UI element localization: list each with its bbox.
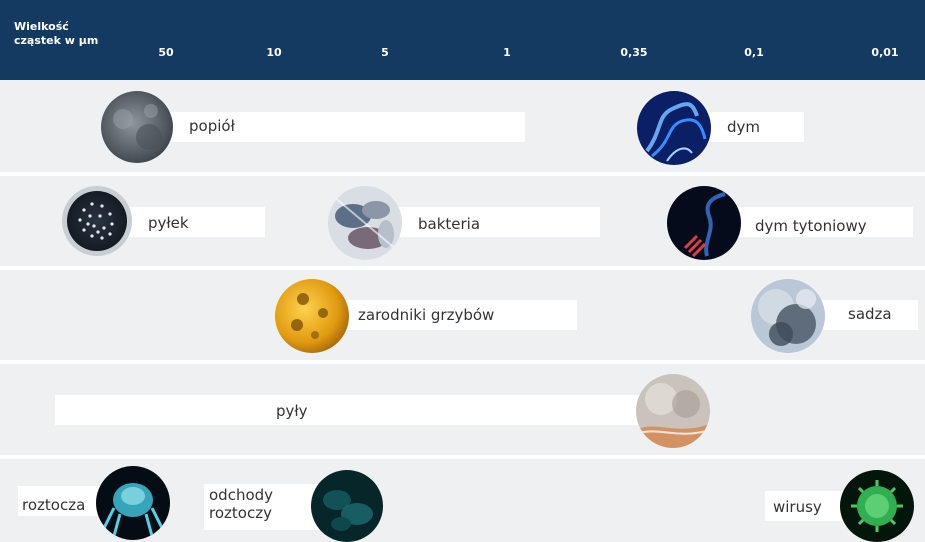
roztocza-label: roztocza bbox=[22, 496, 86, 514]
scale-tick-0-01: 0,01 bbox=[871, 46, 899, 59]
ash-image bbox=[101, 91, 173, 163]
scale-tick-5: 5 bbox=[381, 46, 389, 59]
odchody-label: odchody roztoczy bbox=[209, 486, 274, 522]
size-scale-header: Wielkość cząstek w µm 50 10 5 1 0,35 0,1… bbox=[0, 0, 925, 80]
pollen-image bbox=[62, 186, 132, 256]
pyly-range-bar bbox=[55, 395, 675, 425]
smoke-image bbox=[637, 91, 711, 165]
mite-droppings-image bbox=[311, 470, 383, 542]
pyly-label: pyły bbox=[276, 402, 308, 420]
scale-tick-0-35: 0,35 bbox=[620, 46, 648, 59]
sadza-label: sadza bbox=[848, 305, 892, 323]
scale-tick-10: 10 bbox=[266, 46, 282, 59]
dym-label: dym bbox=[727, 118, 761, 136]
zarodniki-label: zarodniki grzybów bbox=[358, 306, 495, 324]
row-divider bbox=[0, 360, 925, 364]
fungal-spores-image bbox=[275, 279, 349, 353]
dust-mite-image bbox=[96, 466, 170, 540]
tobacco-smoke-image bbox=[667, 186, 741, 260]
row-divider bbox=[0, 172, 925, 176]
particle-size-chart: Wielkość cząstek w µm 50 10 5 1 0,35 0,1… bbox=[0, 0, 925, 542]
soot-image bbox=[751, 279, 825, 353]
scale-tick-1: 1 bbox=[503, 46, 511, 59]
bakteria-label: bakteria bbox=[418, 215, 481, 233]
wirusy-label: wirusy bbox=[773, 498, 822, 516]
bacteria-image bbox=[328, 186, 402, 260]
row-divider bbox=[0, 455, 925, 459]
bakteria-range-bar bbox=[370, 207, 600, 237]
scale-title: Wielkość cząstek w µm bbox=[14, 20, 99, 47]
dym-tytoniowy-label: dym tytoniowy bbox=[755, 217, 867, 235]
pylek-label: pyłek bbox=[148, 214, 189, 232]
row-divider bbox=[0, 266, 925, 270]
popiol-label: popiół bbox=[189, 117, 235, 135]
scale-tick-0-1: 0,1 bbox=[744, 46, 764, 59]
scale-tick-50: 50 bbox=[158, 46, 174, 59]
dust-image bbox=[636, 374, 710, 448]
virus-image bbox=[840, 470, 914, 542]
